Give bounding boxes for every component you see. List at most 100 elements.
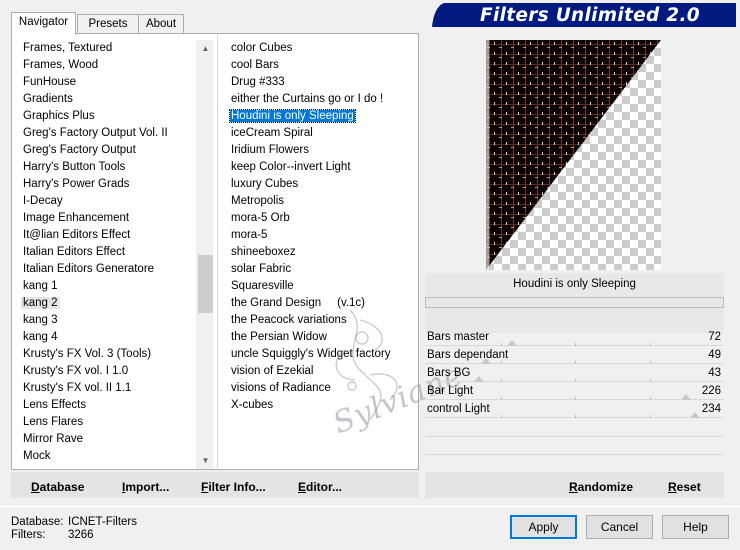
category-item-label: Greg's Factory Output [23,144,136,156]
status-filters: Filters: 3266 [11,528,94,542]
filter-item-label: mora-5 Orb [231,212,290,224]
status-database: Database: ICNET-Filters [11,515,137,529]
category-item[interactable]: Mirror Rave [12,431,198,448]
tab-presets[interactable]: Presets [77,14,139,34]
slider-thumb[interactable] [690,412,700,418]
category-item-label: FunHouse [23,76,77,88]
cancel-button[interactable]: Cancel [586,515,653,539]
filter-item-label: shineeboxez [231,246,296,258]
empty-slider-row [425,436,724,437]
slider-label: Bar Light [427,385,474,397]
filters-label: Filters: [11,529,46,541]
slider-value: 43 [708,367,721,379]
category-scrollbar[interactable]: ▲ ▼ [196,40,213,469]
category-item[interactable]: Italian Editors Effect [12,244,198,261]
database-value: ICNET-Filters [68,516,137,528]
filter-item[interactable]: shineeboxez [220,244,416,261]
category-list[interactable]: Frames, Textured Frames, Wood FunHouse Grad… [12,40,198,470]
slider-value: 49 [708,349,721,361]
slider-tick [501,415,502,418]
category-item[interactable]: Krusty's FX vol. II 1.1 [12,380,198,397]
category-item-label: Lens Flares [23,416,84,428]
category-item[interactable]: Krusty's FX vol. I 1.0 [12,363,198,380]
filter-item-label: iceCream Spiral [231,127,313,139]
tab-navigator[interactable]: Navigator [11,12,76,35]
category-item-label: Italian Editors Generatore [23,263,155,275]
filter-item-label: Squaresville [231,280,294,292]
category-item[interactable]: Lens Flares [12,414,198,431]
filter-item-label: Houdini is only Sleeping [229,109,356,123]
filter-item[interactable]: keep Color--invert Light [220,159,416,176]
filter-item[interactable]: color Cubes [220,40,416,57]
progress-bar [425,297,724,308]
slider-row[interactable]: Bars BG 43 [425,364,724,382]
category-item-label: kang 2 [21,297,60,309]
filter-item[interactable]: Drug #333 [220,74,416,91]
category-item[interactable]: Graphics Plus [12,108,198,125]
category-item[interactable]: kang 1 [12,278,198,295]
filter-info-button[interactable]: Filter Info... [201,479,266,495]
slider-label: Bars master [427,331,489,343]
slider-tick [650,415,651,418]
filter-item[interactable]: luxury Cubes [220,176,416,193]
database-button[interactable]: Database [31,479,84,495]
filters-value: 3266 [68,529,94,541]
category-item-label: Harry's Button Tools [23,161,126,173]
help-button[interactable]: Help [662,515,729,539]
category-item[interactable]: kang 2 [12,295,198,312]
filter-item[interactable]: either the Curtains go or I do ! [220,91,416,108]
category-item-label: Lens Effects [23,399,87,411]
category-item[interactable]: I-Decay [12,193,198,210]
slider-row[interactable]: Bar Light 226 [425,382,724,400]
category-item-label: Greg's Factory Output Vol. II [23,127,168,139]
category-item[interactable]: FunHouse [12,74,198,91]
category-item-label: Image Enhancement [23,212,130,224]
filter-item[interactable]: cool Bars [220,57,416,74]
category-item[interactable]: Italian Editors Generatore [12,261,198,278]
import-button[interactable]: Import... [122,479,169,495]
category-item[interactable]: Harry's Power Grads [12,176,198,193]
filter-item-label: luxury Cubes [231,178,299,190]
category-item[interactable]: Harry's Button Tools [12,159,198,176]
category-item[interactable]: Mock [12,448,198,465]
category-item[interactable]: Krusty's FX Vol. 3 (Tools) [12,346,198,363]
category-item[interactable]: Greg's Factory Output [12,142,198,159]
app-title: Filters Unlimited 2.0 [480,5,700,26]
tab-about[interactable]: About [138,14,184,34]
category-item[interactable]: Greg's Factory Output Vol. II [12,125,198,142]
category-item[interactable]: Frames, Wood [12,57,198,74]
apply-button[interactable]: Apply [510,515,577,539]
category-item[interactable]: kang 3 [12,312,198,329]
database-label: Database: [11,516,64,528]
filter-item-label: Metropolis [231,195,285,207]
reset-button[interactable]: Reset [668,479,701,495]
scroll-thumb[interactable] [198,255,213,313]
slider-row[interactable]: control Light 234 [425,400,724,418]
filter-item[interactable]: mora-5 [220,227,416,244]
filter-item[interactable]: Iridium Flowers [220,142,416,159]
filter-item[interactable]: mora-5 Orb [220,210,416,227]
list-divider [217,34,218,470]
category-item[interactable]: Image Enhancement [12,210,198,227]
scroll-down-icon[interactable]: ▼ [197,452,214,469]
category-item[interactable]: Frames, Textured [12,40,198,57]
category-item-label: Krusty's FX vol. I 1.0 [23,365,129,377]
app-title-banner: Filters Unlimited 2.0 [430,3,736,27]
slider-row[interactable]: Bars dependant 49 [425,346,724,364]
slider-row[interactable]: Bars master 72 [425,328,724,346]
filter-item[interactable]: Metropolis [220,193,416,210]
filter-item-label: Drug #333 [231,76,285,88]
category-item[interactable]: Lens Effects [12,397,198,414]
category-item-label: kang 3 [23,314,58,326]
category-item-label: Italian Editors Effect [23,246,126,258]
editor-button[interactable]: Editor... [298,479,342,495]
randomize-button[interactable]: Randomize [569,479,633,495]
filter-item[interactable]: Houdini is only Sleeping [220,108,416,125]
category-item[interactable]: kang 4 [12,329,198,346]
empty-slider-row [425,454,724,455]
category-item[interactable]: Gradients [12,91,198,108]
filter-item[interactable]: iceCream Spiral [220,125,416,142]
scroll-up-icon[interactable]: ▲ [197,40,214,57]
category-item[interactable]: It@lian Editors Effect [12,227,198,244]
filter-item[interactable]: solar Fabric [220,261,416,278]
